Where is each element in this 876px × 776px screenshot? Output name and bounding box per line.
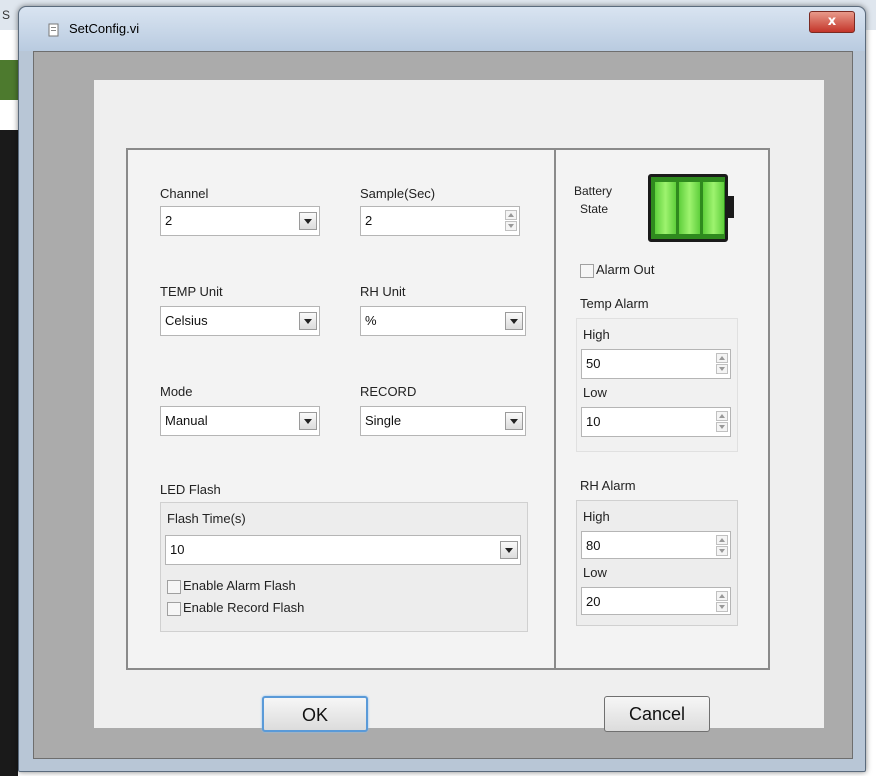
mode-value: Manual <box>165 413 208 428</box>
channel-select[interactable]: 2 <box>160 206 320 236</box>
mode-label: Mode <box>160 384 193 399</box>
temp-alarm-title: Temp Alarm <box>580 296 649 311</box>
chevron-down-icon[interactable] <box>299 412 317 430</box>
spinner-icon[interactable] <box>716 535 728 557</box>
chevron-down-icon[interactable] <box>505 312 523 330</box>
chevron-down-icon[interactable] <box>299 212 317 230</box>
background-dark-panel <box>0 130 18 776</box>
record-value: Single <box>365 413 402 428</box>
sample-label: Sample(Sec) <box>360 186 436 201</box>
temp-unit-label: TEMP Unit <box>160 284 223 299</box>
temp-low-stepper[interactable]: 10 <box>581 407 731 437</box>
client-area: Channel 2 Sample(Sec) 2 TEMP Unit Celsiu… <box>33 51 853 759</box>
temp-high-stepper[interactable]: 50 <box>581 349 731 379</box>
rh-unit-select[interactable]: % <box>360 306 526 336</box>
rh-unit-value: % <box>365 313 377 328</box>
battery-label-line1: Battery <box>574 184 613 198</box>
temp-alarm-group: High 50 Low 10 <box>576 318 738 452</box>
record-select[interactable]: Single <box>360 406 526 436</box>
rh-alarm-group: High 80 Low 20 <box>576 500 738 626</box>
enable-alarm-flash-label: Enable Alarm Flash <box>183 578 296 593</box>
spinner-icon[interactable] <box>716 591 728 613</box>
setconfig-dialog: SetConfig.vi x Channel 2 Sample(Sec) 2 T… <box>18 6 866 772</box>
spinner-icon[interactable] <box>716 411 728 433</box>
rh-alarm-title: RH Alarm <box>580 478 636 493</box>
spinner-icon[interactable] <box>716 353 728 375</box>
spinner-icon[interactable] <box>505 210 517 232</box>
alarm-out-checkbox[interactable] <box>580 264 594 278</box>
mode-select[interactable]: Manual <box>160 406 320 436</box>
rh-low-stepper[interactable]: 20 <box>581 587 731 615</box>
temp-low-label: Low <box>583 385 607 400</box>
temp-unit-value: Celsius <box>165 313 208 328</box>
rh-high-label: High <box>583 509 610 524</box>
chevron-down-icon[interactable] <box>299 312 317 330</box>
flash-time-select[interactable]: 10 <box>165 535 521 565</box>
rh-high-value: 80 <box>586 538 601 553</box>
panel-area: Channel 2 Sample(Sec) 2 TEMP Unit Celsiu… <box>94 80 824 732</box>
channel-value: 2 <box>165 213 173 228</box>
temp-high-label: High <box>583 327 610 342</box>
close-button[interactable]: x <box>809 11 855 33</box>
title-bar[interactable]: SetConfig.vi x <box>19 7 865 51</box>
chevron-down-icon[interactable] <box>500 541 518 559</box>
flash-time-label: Flash Time(s) <box>167 511 246 526</box>
sample-value: 2 <box>365 213 373 228</box>
enable-record-flash-checkbox[interactable] <box>167 602 181 616</box>
rh-high-stepper[interactable]: 80 <box>581 531 731 559</box>
enable-record-flash-label: Enable Record Flash <box>183 600 305 615</box>
sample-stepper[interactable]: 2 <box>360 206 520 236</box>
window-title: SetConfig.vi <box>69 21 140 36</box>
battery-label-line2: State <box>580 202 609 216</box>
cancel-button[interactable]: Cancel <box>604 696 710 732</box>
flash-time-value: 10 <box>170 542 185 557</box>
channel-label: Channel <box>160 186 209 201</box>
alarm-out-label: Alarm Out <box>596 262 655 277</box>
led-flash-group: Flash Time(s) 10 Enable Alarm Flash Enab… <box>160 502 528 632</box>
chevron-down-icon[interactable] <box>505 412 523 430</box>
temp-high-value: 50 <box>586 356 601 371</box>
enable-alarm-flash-checkbox[interactable] <box>167 580 181 594</box>
temp-unit-select[interactable]: Celsius <box>160 306 320 336</box>
section-divider <box>554 150 556 668</box>
led-flash-title: LED Flash <box>160 482 221 497</box>
config-box: Channel 2 Sample(Sec) 2 TEMP Unit Celsiu… <box>126 148 770 670</box>
rh-low-label: Low <box>583 565 607 580</box>
ok-button[interactable]: OK <box>262 696 368 732</box>
rh-low-value: 20 <box>586 594 601 609</box>
background-edge-letter: S <box>2 8 11 22</box>
app-icon <box>48 23 59 37</box>
record-label: RECORD <box>360 384 417 399</box>
background-green-block <box>0 60 18 100</box>
battery-icon <box>648 174 734 242</box>
temp-low-value: 10 <box>586 414 601 429</box>
rh-unit-label: RH Unit <box>360 284 406 299</box>
